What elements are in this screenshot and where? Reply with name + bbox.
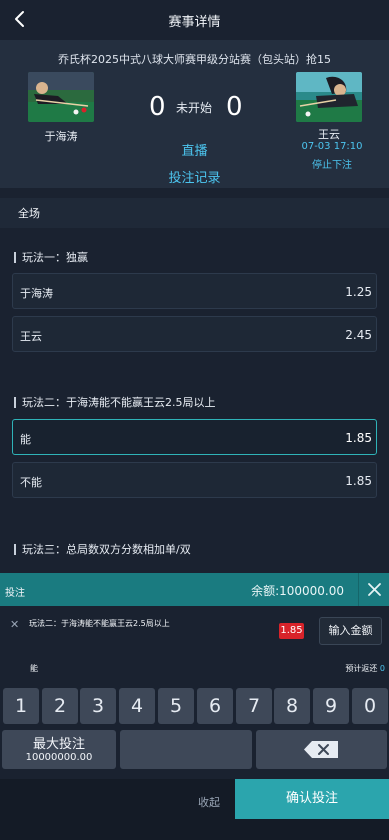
match-panel: 乔氏杯2025中式八球大师赛甲级分站赛（包头站）抢15 于海涛 0 未开始 0 … [0,40,389,188]
option-odds: 1.85 [345,431,372,445]
blank-key [120,730,252,769]
key-5[interactable]: 5 [158,688,194,724]
away-score: 0 [226,92,243,122]
play-title-3: 玩法三：总局数双方分数相加单/双 [14,544,191,555]
amount-input[interactable]: 输入金额 [319,617,382,645]
max-bet-value: 10000000.00 [25,752,93,763]
play-title-2: 玩法二：于海涛能不能赢王云2.5局以上 [14,397,216,408]
option-name: 王云 [20,330,42,343]
league-title: 乔氏杯2025中式八球大师赛甲级分站赛（包头站）抢15 [58,53,331,66]
key-2[interactable]: 2 [42,688,78,724]
option-name: 能 [20,433,31,446]
option-odds: 2.45 [345,328,372,342]
collapse-button[interactable]: 收起 [198,794,220,810]
option-odds: 1.25 [345,285,372,299]
confirm-bet-button[interactable]: 确认投注 [235,779,389,819]
max-bet-button[interactable]: 最大投注 10000000.00 [2,730,116,769]
bet-record-link[interactable]: 投注记录 [0,167,389,186]
key-6[interactable]: 6 [197,688,233,724]
live-link[interactable]: 直播 [0,140,389,159]
footer-bar: 收起 确认投注 [0,779,389,840]
option-home-win[interactable]: 于海涛 1.25 [12,273,377,309]
key-4[interactable]: 4 [119,688,155,724]
top-bar: 赛事详情 [0,0,389,40]
balance: 余额:100000.00 [251,584,344,598]
remove-selection-icon[interactable]: ✕ [10,618,19,631]
section-full-match: 全场 [0,198,389,228]
bet-slip: ✕ 玩法二：于海涛能不能赢王云2.5局以上 1.85 输入金额 能 预计返还 0 [0,606,389,680]
key-8[interactable]: 8 [274,688,310,724]
match-status: 未开始 [176,101,213,115]
key-7[interactable]: 7 [236,688,272,724]
option-away-win[interactable]: 王云 2.45 [12,316,377,352]
home-player-photo [28,72,94,122]
close-bet-panel-button[interactable] [358,573,389,606]
option-no[interactable]: 不能 1.85 [12,462,377,498]
option-name: 于海涛 [20,287,53,300]
bet-label: 投注 [5,588,25,599]
return-value: 0 [379,664,385,673]
key-9[interactable]: 9 [313,688,349,724]
option-name: 不能 [20,476,42,489]
section-label: 全场 [18,207,40,220]
estimated-return: 预计返还 0 [345,663,385,674]
close-icon [368,583,381,596]
bet-bar: 投注 余额:100000.00 [0,573,389,606]
number-keypad: 1 2 3 4 5 6 7 8 9 0 最大投注 10000000.00 [0,684,389,776]
key-1[interactable]: 1 [3,688,39,724]
return-label: 预计返还 [345,664,378,673]
key-3[interactable]: 3 [80,688,116,724]
slip-selection: 能 [30,664,38,673]
home-score: 0 [149,92,166,122]
option-odds: 1.85 [345,474,372,488]
delete-key[interactable] [256,730,387,769]
max-bet-label: 最大投注 [32,737,85,752]
backspace-icon [304,741,338,758]
slip-description: 玩法二：于海涛能不能赢王云2.5局以上 [29,619,170,628]
away-player-photo [296,72,362,122]
slip-odds-badge: 1.85 [279,623,304,639]
page-title: 赛事详情 [168,15,221,30]
play-title-1: 玩法一：独赢 [14,252,88,263]
key-0[interactable]: 0 [352,688,388,724]
option-yes[interactable]: 能 1.85 [12,419,377,455]
